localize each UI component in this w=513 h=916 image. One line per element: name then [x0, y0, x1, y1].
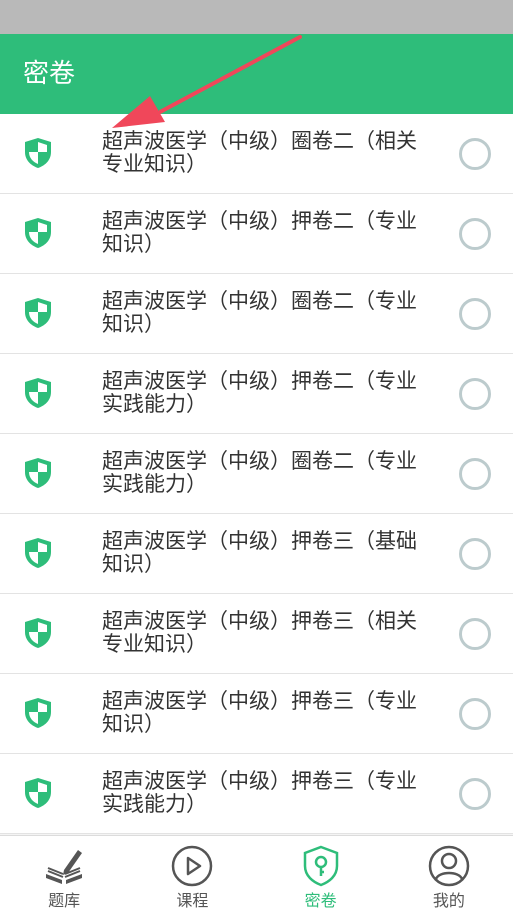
exam-title: 超声波医学（中级）圈卷二（专业实践能力） — [102, 449, 417, 496]
shield-check-icon — [25, 138, 51, 168]
tab-label: 我的 — [432, 891, 465, 910]
exam-title: 超声波医学（中级）押卷三（基础知识） — [102, 529, 417, 576]
exam-title: 超声波医学（中级）押卷三（专业知识） — [102, 689, 417, 736]
lock-shield-icon — [303, 845, 338, 887]
shield-check-icon — [25, 538, 51, 568]
shield-check-icon — [25, 778, 51, 808]
status-bar — [0, 0, 513, 34]
list-item[interactable]: 超声波医学（中级）圈卷二（相关专业知识） — [0, 114, 513, 194]
list-item[interactable]: 超声波医学（中级）押卷三（基础知识） — [0, 514, 513, 594]
exam-title: 超声波医学（中级）押卷三（专业实践能力） — [102, 769, 417, 816]
exam-title: 超声波医学（中级）押卷二（专业知识） — [102, 209, 417, 256]
exam-title: 超声波医学（中级）押卷二（专业实践能力） — [102, 369, 417, 416]
select-radio[interactable] — [459, 378, 491, 410]
shield-check-icon — [25, 458, 51, 488]
list-item[interactable]: 超声波医学（中级）圈卷二（专业实践能力） — [0, 434, 513, 514]
select-radio[interactable] — [459, 298, 491, 330]
select-radio[interactable] — [459, 218, 491, 250]
select-radio[interactable] — [459, 778, 491, 810]
list-item[interactable]: 超声波医学（中级）押卷三（专业知识） — [0, 674, 513, 754]
tab-label: 密卷 — [304, 891, 337, 910]
select-radio[interactable] — [459, 138, 491, 170]
tab-label: 题库 — [48, 891, 81, 910]
book-pen-icon — [46, 850, 83, 884]
app-header: 密卷 — [0, 34, 513, 114]
tab-question-bank[interactable]: 题库 — [0, 836, 128, 916]
shield-check-icon — [25, 218, 51, 248]
select-radio[interactable] — [459, 698, 491, 730]
select-radio[interactable] — [459, 618, 491, 650]
exam-title: 超声波医学（中级）押卷三（相关专业知识） — [102, 609, 417, 656]
list-item[interactable]: 超声波医学（中级）押卷三（相关专业知识） — [0, 594, 513, 674]
shield-check-icon — [25, 378, 51, 408]
shield-check-icon — [25, 698, 51, 728]
shield-check-icon — [25, 618, 51, 648]
select-radio[interactable] — [459, 538, 491, 570]
exam-list: 超声波医学（中级）圈卷二（相关专业知识） 超声波医学（中级）押卷二（专业知识） 超声… — [0, 114, 513, 834]
list-item[interactable]: 超声波医学（中级）圈卷二（专业知识） — [0, 274, 513, 354]
tab-secret-papers[interactable]: 密卷 — [257, 836, 385, 916]
tab-profile[interactable]: 我的 — [385, 836, 513, 916]
exam-title: 超声波医学（中级）圈卷二（相关专业知识） — [102, 129, 417, 176]
tab-courses[interactable]: 课程 — [128, 836, 256, 916]
page-title: 密卷 — [23, 59, 76, 89]
exam-title: 超声波医学（中级）圈卷二（专业知识） — [102, 289, 417, 336]
bottom-tab-bar: 题库 课程 密卷 我的 — [0, 835, 513, 916]
list-item[interactable]: 超声波医学（中级）押卷二（专业知识） — [0, 194, 513, 274]
user-circle-icon — [428, 845, 470, 887]
list-item[interactable]: 超声波医学（中级）押卷三（专业实践能力） — [0, 754, 513, 834]
play-circle-icon — [172, 845, 213, 887]
tab-label: 课程 — [176, 891, 209, 910]
select-radio[interactable] — [459, 458, 491, 490]
shield-check-icon — [25, 298, 51, 328]
list-item[interactable]: 超声波医学（中级）押卷二（专业实践能力） — [0, 354, 513, 434]
